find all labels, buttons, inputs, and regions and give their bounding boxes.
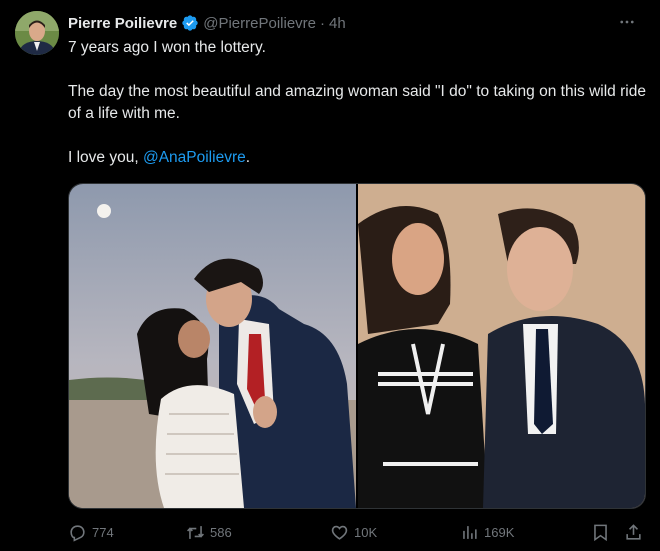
views-button[interactable]: 169K: [460, 523, 514, 542]
reply-icon: [70, 524, 85, 542]
timestamp[interactable]: 4h: [329, 15, 346, 32]
mention-link[interactable]: @AnaPoilievre: [143, 149, 246, 166]
like-count: 10K: [354, 524, 378, 540]
views-count: 169K: [484, 524, 515, 540]
tweet-line-1: 7 years ago I won the lottery.: [68, 39, 266, 56]
heart-icon: [331, 525, 348, 540]
tweet-media[interactable]: [68, 183, 646, 509]
avatar-image: [15, 11, 59, 55]
repost-button[interactable]: 586: [186, 523, 232, 542]
verified-badge-icon: [181, 14, 199, 32]
tweet-line-3-suffix: .: [245, 149, 251, 166]
bookmark-button[interactable]: [591, 523, 610, 542]
tweet-header: Pierre Poilievre @PierrePoilievre · 4h: [68, 13, 346, 33]
repost-icon: [187, 525, 204, 539]
author-name[interactable]: Pierre Poilievre: [68, 15, 177, 32]
tweet-line-2: The day the most beautiful and amazing w…: [68, 83, 646, 122]
avatar[interactable]: [15, 11, 59, 55]
share-icon: [626, 523, 641, 540]
bookmark-icon: [594, 524, 607, 541]
share-button[interactable]: [624, 523, 643, 542]
tweet-text: 7 years ago I won the lottery. The day t…: [68, 37, 648, 169]
like-button[interactable]: 10K: [330, 523, 377, 542]
tweet-line-3: I love you, @AnaPoilievre.: [68, 147, 648, 169]
more-icon[interactable]: [614, 10, 640, 34]
couple-photo-right[interactable]: [358, 184, 645, 508]
reply-count: 774: [92, 524, 114, 540]
action-bar: 774 586 10K 169K: [68, 522, 644, 542]
author-handle[interactable]: @PierrePoilievre: [203, 15, 316, 32]
wedding-photo-left[interactable]: [69, 184, 356, 508]
views-icon: [463, 525, 477, 539]
separator-dot: ·: [320, 14, 325, 32]
tweet-line-3-prefix: I love you,: [68, 149, 143, 166]
reply-button[interactable]: 774: [68, 523, 114, 542]
repost-count: 586: [210, 524, 232, 540]
